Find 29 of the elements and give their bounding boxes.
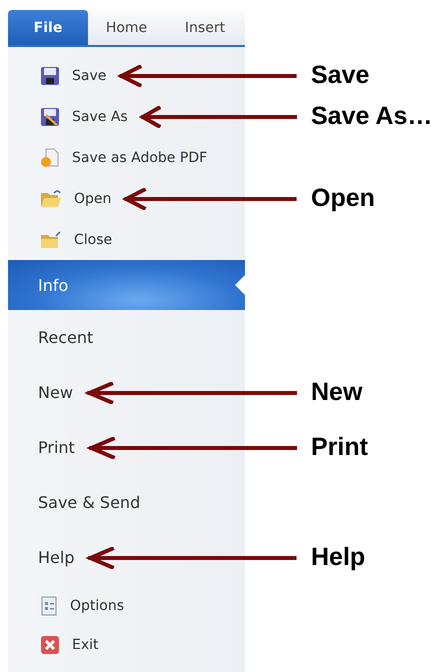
menu-item[interactable]: Save — [8, 55, 114, 96]
ribbon-tab[interactable]: Home — [88, 10, 165, 45]
menu-item[interactable]: Save As — [8, 96, 136, 137]
menu-item[interactable]: Recent — [8, 310, 102, 365]
callout-label: Print — [311, 433, 369, 462]
menu-item[interactable]: Print — [8, 420, 83, 475]
callout-label: Help — [311, 543, 366, 572]
callout-label: Save As… — [311, 102, 431, 131]
folder-icon — [40, 230, 62, 250]
folder-icon — [40, 188, 62, 208]
callout-label: Open — [311, 184, 376, 213]
menu-item[interactable]: Exit — [8, 626, 107, 664]
document-icon — [40, 148, 60, 168]
ribbon-tab[interactable]: Insert — [165, 10, 245, 45]
options-document-icon — [40, 596, 58, 616]
menu-item[interactable]: Open — [8, 178, 120, 219]
menu-item[interactable]: Help — [8, 530, 82, 585]
menu-item[interactable]: New — [8, 365, 81, 420]
menu-item[interactable]: Close — [8, 219, 120, 260]
ribbon-tab[interactable]: File — [8, 10, 88, 45]
menu-item[interactable]: Options — [8, 585, 132, 626]
menu-item[interactable]: Save & Send — [8, 475, 148, 530]
selection-pointer — [235, 275, 245, 295]
menu-item[interactable]: Save as Adobe PDF — [8, 137, 216, 178]
callout-label: Save — [311, 61, 370, 90]
callout-label: New — [311, 378, 364, 407]
close-icon — [40, 635, 60, 655]
menu-item[interactable]: Info — [8, 260, 245, 310]
floppy-pencil-icon — [40, 106, 60, 126]
